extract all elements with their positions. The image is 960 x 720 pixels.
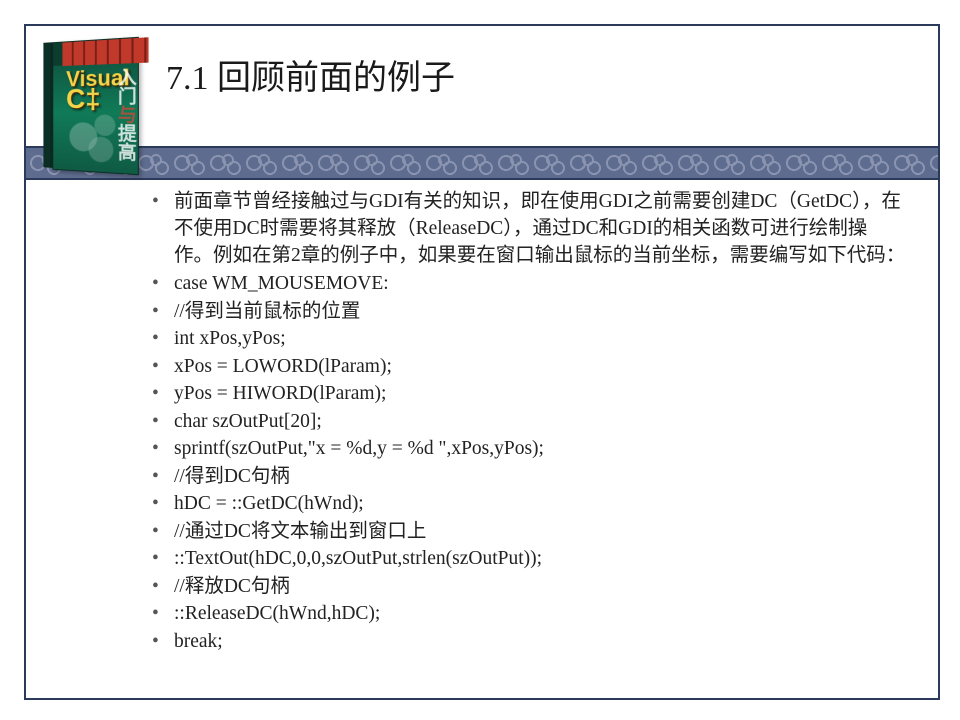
book-cover: Visual C‡ 入门与提高 [43,37,136,175]
list-item: yPos = HIWORD(lParam); [146,381,906,407]
list-item: hDC = ::GetDC(hWnd); [146,491,906,517]
list-item: 前面章节曾经接触过与GDI有关的知识，即在使用GDI之前需要创建DC（GetDC… [146,188,906,269]
list-item: //得到DC句柄 [146,464,906,490]
decorative-strip [26,146,938,180]
list-item: case WM_MOUSEMOVE: [146,271,906,297]
list-item: char szOutPut[20]; [146,409,906,435]
slide-frame: Visual C‡ 入门与提高 7.1 回顾前面的例子 前面章节曾经接触过与GD… [24,24,940,700]
list-item: int xPos,yPos; [146,326,906,352]
list-item: ::TextOut(hDC,0,0,szOutPut,strlen(szOutP… [146,546,906,572]
bullet-list: 前面章节曾经接触过与GDI有关的知识，即在使用GDI之前需要创建DC（GetDC… [146,188,906,655]
list-item: //释放DC句柄 [146,574,906,600]
slide-title: 7.1 回顾前面的例子 [166,50,455,99]
list-item: break; [146,629,906,655]
list-item: sprintf(szOutPut,"x = %d,y = %d ",xPos,y… [146,436,906,462]
content-area: 前面章节曾经接触过与GDI有关的知识，即在使用GDI之前需要创建DC（GetDC… [146,188,906,656]
list-item: ::ReleaseDC(hWnd,hDC); [146,601,906,627]
list-item: xPos = LOWORD(lParam); [146,354,906,380]
list-item: //通过DC将文本输出到窗口上 [146,519,906,545]
list-item: //得到当前鼠标的位置 [146,299,906,325]
title-row: 7.1 回顾前面的例子 [26,26,938,99]
